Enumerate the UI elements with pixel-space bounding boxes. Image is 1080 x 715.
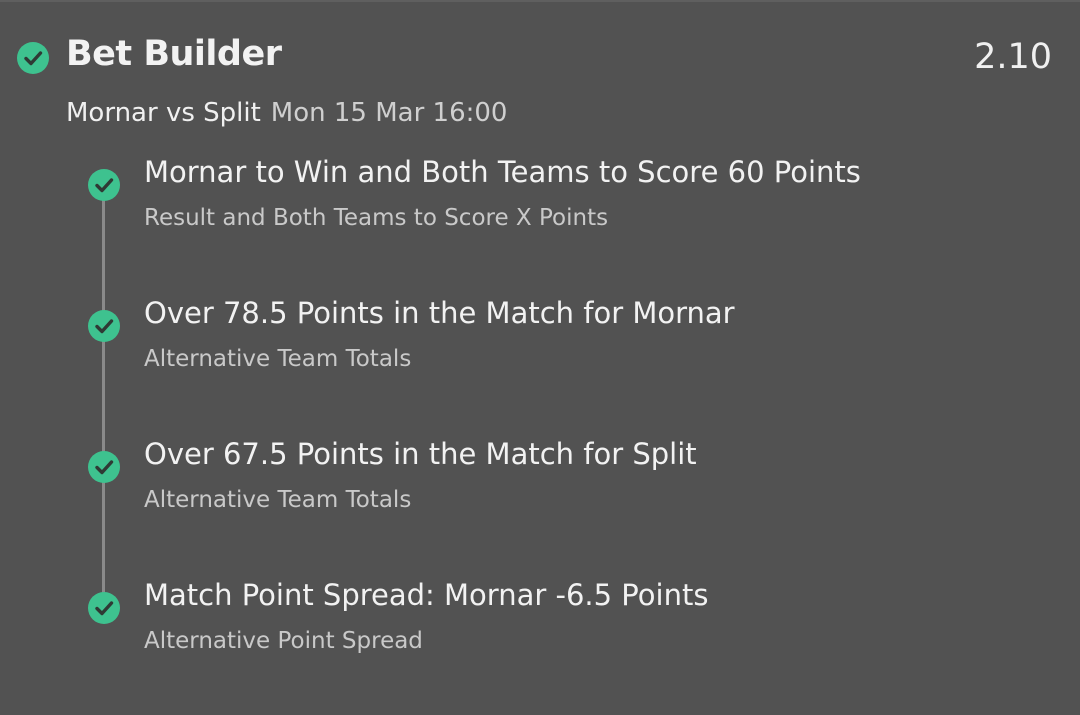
leg-market: Alternative Point Spread [144, 628, 423, 654]
leg-selection: Match Point Spread: Mornar -6.5 Points [144, 578, 709, 612]
match-info: Mornar vs Split Mon 15 Mar 16:00 [66, 98, 507, 128]
leg-market: Result and Both Teams to Score X Points [144, 205, 609, 231]
bet-leg: Match Point Spread: Mornar -6.5 Points A… [0, 578, 1080, 692]
leg-market: Alternative Team Totals [144, 346, 412, 372]
check-circle-icon [88, 169, 120, 201]
bet-leg: Over 67.5 Points in the Match for Split … [0, 437, 1080, 551]
leg-selection: Mornar to Win and Both Teams to Score 60… [144, 155, 861, 189]
bet-odds: 2.10 [974, 37, 1052, 77]
bet-builder-card: Bet Builder 2.10 Mornar vs Split Mon 15 M… [0, 0, 1080, 715]
bet-leg: Over 78.5 Points in the Match for Mornar… [0, 296, 1080, 410]
check-circle-icon [17, 42, 49, 74]
leg-selection: Over 78.5 Points in the Match for Mornar [144, 296, 735, 330]
leg-selection: Over 67.5 Points in the Match for Split [144, 437, 697, 471]
check-circle-icon [88, 451, 120, 483]
check-circle-icon [88, 592, 120, 624]
bet-title: Bet Builder [66, 34, 282, 74]
match-datetime: Mon 15 Mar 16:00 [270, 98, 508, 128]
match-name: Mornar vs Split [66, 98, 261, 128]
check-circle-icon [88, 310, 120, 342]
leg-market: Alternative Team Totals [144, 487, 412, 513]
bet-leg: Mornar to Win and Both Teams to Score 60… [0, 155, 1080, 269]
